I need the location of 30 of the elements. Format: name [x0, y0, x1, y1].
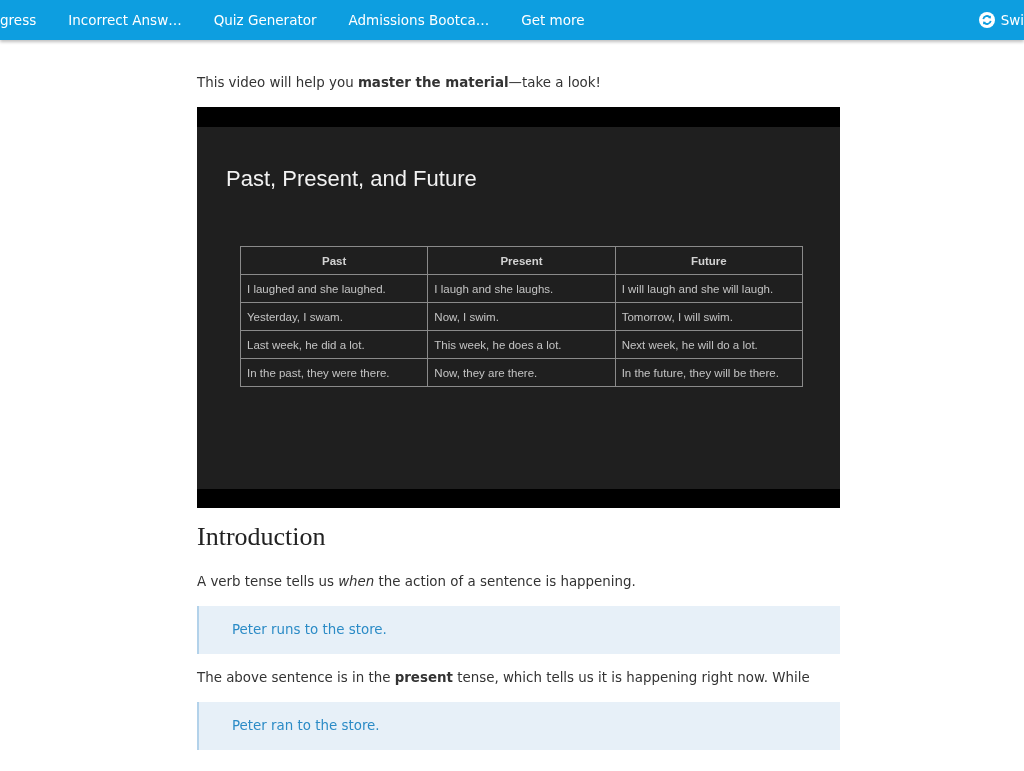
table-cell: In the future, they will be there.: [615, 358, 803, 387]
nav-link[interactable]: Incorrect Answ…: [68, 11, 182, 29]
table-header: Future: [615, 246, 803, 275]
section-heading: Introduction: [197, 521, 326, 553]
video-player[interactable]: [197, 107, 840, 508]
paragraph: The above sentence is in the present tense, which tells us it is happening right now. While: [197, 669, 811, 687]
example-sentence: Peter runs to the store.: [232, 621, 387, 639]
table-cell: Now, I swim.: [427, 302, 616, 331]
nav-link[interactable]: gress: [0, 11, 37, 29]
paragraph: A verb tense tells us when the action of a sentence is happening.: [197, 573, 637, 591]
switch-link[interactable]: Swi: [978, 11, 1024, 29]
table-cell: Yesterday, I swam.: [240, 302, 428, 331]
nav-link[interactable]: Get more: [521, 11, 585, 29]
nav-link[interactable]: Quiz Generator: [213, 11, 317, 29]
refresh-icon: [978, 12, 995, 28]
table-cell: I laugh and she laughs.: [427, 274, 616, 303]
table-header: Past: [240, 246, 428, 275]
table-cell: In the past, they were there.: [240, 358, 428, 387]
slide-title: Past, Present, and Future: [226, 165, 477, 193]
table-cell: I will laugh and she will laugh.: [615, 274, 803, 303]
table-cell: Now, they are there.: [427, 358, 616, 387]
table-cell: Next week, he will do a lot.: [615, 330, 803, 359]
table-cell: Tomorrow, I will swim.: [615, 302, 803, 331]
table-cell: Last week, he did a lot.: [240, 330, 428, 359]
nav-link[interactable]: Admissions Bootca…: [348, 11, 490, 29]
intro-text: This video will help you master the material—take a look!: [197, 74, 602, 92]
example-sentence: Peter ran to the store.: [232, 717, 380, 735]
table-header: Present: [427, 246, 616, 275]
table-cell: This week, he does a lot.: [427, 330, 616, 359]
table-cell: I laughed and she laughed.: [240, 274, 428, 303]
